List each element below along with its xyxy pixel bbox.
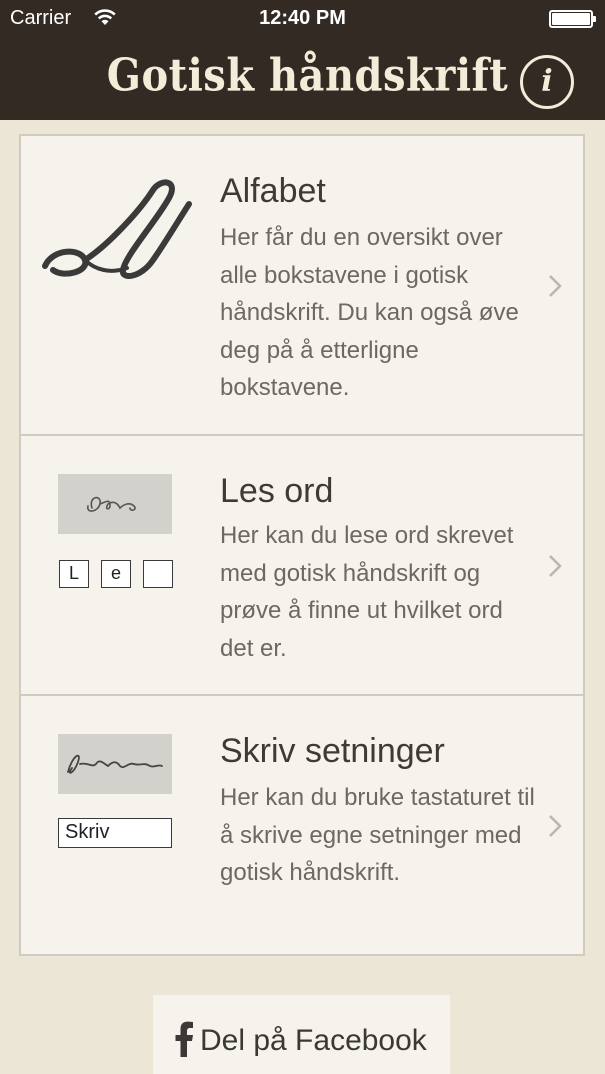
menu-item-description: Her kan du bruke tastaturet til å skrive… <box>220 784 535 886</box>
script-letter-illustration <box>42 179 192 279</box>
facebook-icon <box>175 1021 193 1057</box>
menu-item-title: Skriv setninger <box>220 732 445 770</box>
chevron-right-icon <box>549 275 562 297</box>
page-title: Gotisk håndskrift <box>106 49 509 102</box>
chevron-right-icon <box>549 815 562 837</box>
letter-box: L <box>59 560 89 588</box>
menu-item-skriv-setninger[interactable]: Skriv Skriv setninger Her kan du bruke t… <box>21 696 583 954</box>
facebook-button-label: Del på Facebook <box>200 1024 427 1057</box>
sample-text-field: Skriv <box>58 818 172 848</box>
menu-list: Alfabet Her får du en oversikt over alle… <box>19 134 585 956</box>
top-bar: Carrier 12:40 PM Gotisk håndskrift i <box>0 0 605 120</box>
letter-box <box>143 560 173 588</box>
status-time: 12:40 PM <box>259 7 346 29</box>
menu-item-alfabet[interactable]: Alfabet Her får du en oversikt over alle… <box>21 136 583 434</box>
share-facebook-button[interactable]: Del på Facebook <box>153 995 450 1074</box>
menu-item-description: Her får du en oversikt over alle bokstav… <box>220 224 519 401</box>
letter-box: e <box>101 560 131 588</box>
handwritten-word-image <box>58 474 172 534</box>
menu-item-les-ord[interactable]: L e Les ord Her kan du lese ord skrevet … <box>21 436 583 694</box>
battery-icon <box>549 10 596 28</box>
chevron-right-icon <box>549 555 562 577</box>
info-icon[interactable]: i <box>520 55 574 109</box>
status-bar: Carrier 12:40 PM <box>0 0 605 38</box>
app-screen: Carrier 12:40 PM Gotisk håndskrift i Alf… <box>0 0 605 1074</box>
menu-item-title: Alfabet <box>220 172 326 210</box>
menu-item-title: Les ord <box>220 472 334 510</box>
menu-item-description: Her kan du lese ord skrevet med gotisk h… <box>220 522 514 662</box>
handwritten-word-image <box>58 734 172 794</box>
